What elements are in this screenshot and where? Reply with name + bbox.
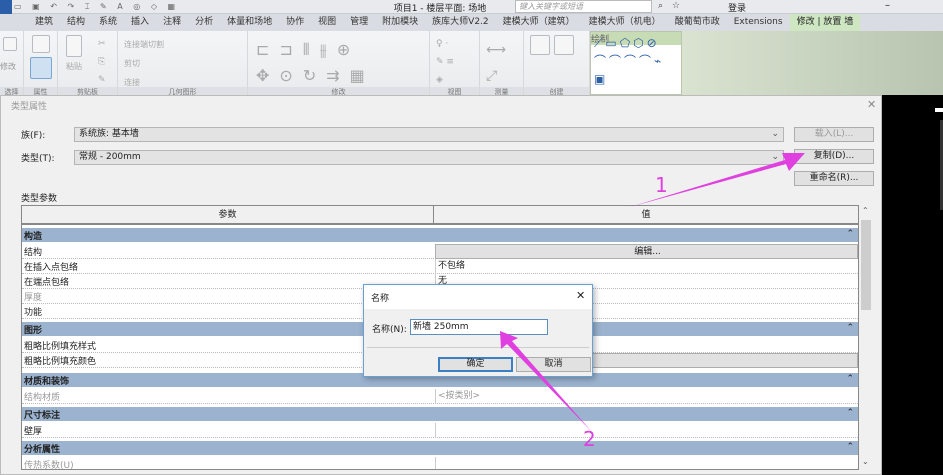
annotation-overlay: 1 2	[500, 153, 805, 451]
annotation-label-1: 1	[655, 173, 668, 197]
annotation-label-2: 2	[583, 427, 596, 451]
arrow-2	[500, 331, 592, 432]
